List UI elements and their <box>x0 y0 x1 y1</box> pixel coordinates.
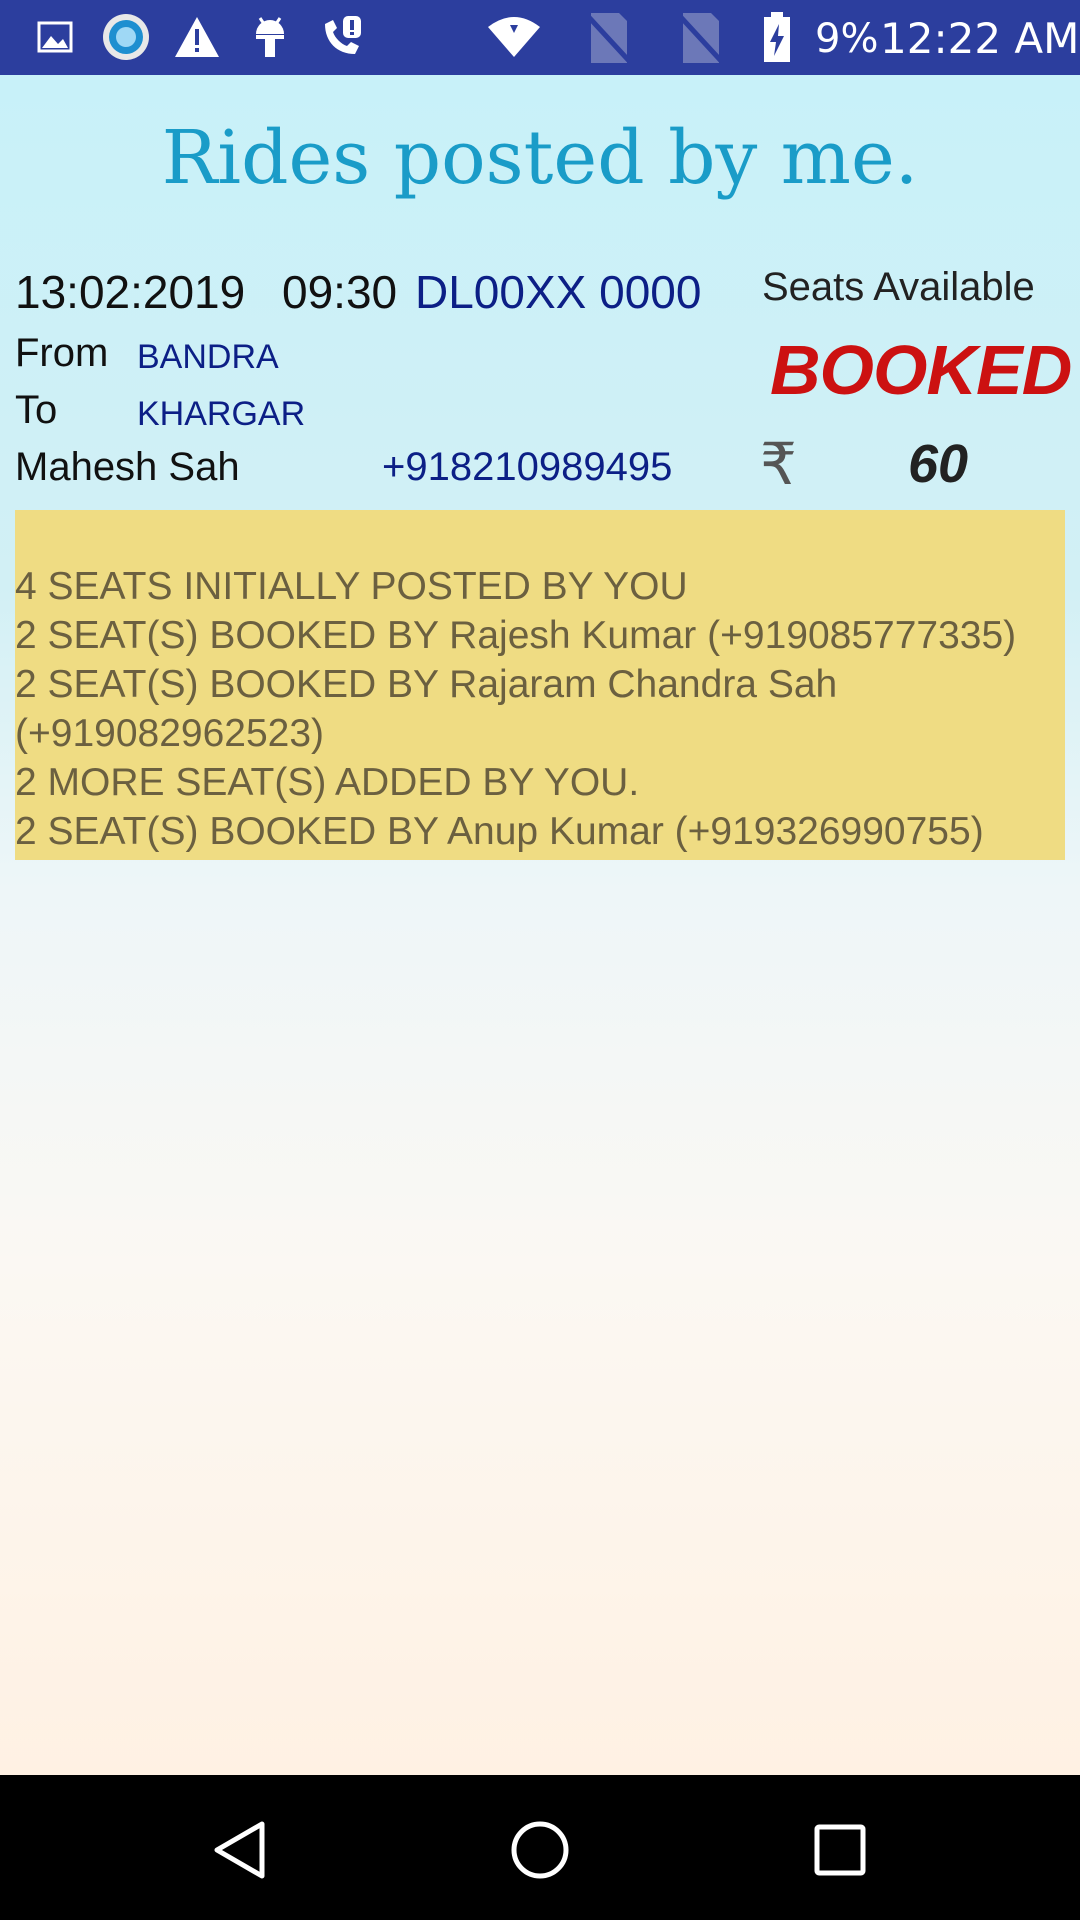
recents-button[interactable] <box>805 1815 875 1885</box>
recents-icon <box>814 1824 866 1876</box>
main-content: Rides posted by me. 13:02:2019 09:30 DL0… <box>0 75 1080 1775</box>
page-title: Rides posted by me. <box>161 115 919 201</box>
navigation-bar <box>0 1775 1080 1920</box>
home-icon <box>511 1821 569 1879</box>
call-alert-icon <box>318 12 366 62</box>
android-debug-icon <box>250 12 290 62</box>
battery-percent: 9% <box>815 16 879 62</box>
no-sim-icon <box>672 11 728 65</box>
to-location: KHARGAR <box>137 395 306 433</box>
detail-line: 2 SEAT(S) BOOKED BY Rajesh Kumar (+91908… <box>15 614 1017 657</box>
status-bar: 9% 12:22 AM <box>0 0 1080 75</box>
detail-line: 4 SEATS INITIALLY POSTED BY YOU <box>15 565 688 608</box>
rupee-icon: ₹ <box>760 430 797 498</box>
back-icon <box>214 1821 265 1879</box>
booking-details-panel: 4 SEATS INITIALLY POSTED BY YOU 2 SEAT(S… <box>15 510 1065 860</box>
clock: 12:22 AM <box>880 14 1080 63</box>
driver-phone[interactable]: +918210989495 <box>382 445 672 490</box>
back-button[interactable] <box>205 1815 275 1885</box>
detail-line: 2 SEAT(S) BOOKED BY Anup Kumar (+9193269… <box>15 810 984 853</box>
to-label: To <box>15 388 58 432</box>
warning-icon <box>172 12 222 62</box>
battery-icon <box>760 12 794 62</box>
app-icon <box>100 12 152 62</box>
wifi-icon <box>485 12 543 62</box>
ride-date: 13:02:2019 <box>15 266 246 318</box>
ride-price: 60 <box>908 434 969 494</box>
detail-line: 2 MORE SEAT(S) ADDED BY YOU. <box>15 761 640 804</box>
vehicle-number: DL00XX 0000 <box>415 266 702 318</box>
detail-line: 2 SEAT(S) BOOKED BY Rajaram Chandra Sah <box>15 663 838 706</box>
gallery-icon <box>35 12 75 62</box>
seats-available-label: Seats Available <box>762 265 1035 309</box>
no-sim-icon <box>580 11 636 65</box>
home-button[interactable] <box>505 1815 575 1885</box>
detail-line: (+919082962523) <box>15 712 325 755</box>
ride-time: 09:30 <box>282 266 398 318</box>
booking-status: BOOKED <box>770 331 1072 409</box>
driver-name: Mahesh Sah <box>15 445 240 489</box>
from-label: From <box>15 331 109 375</box>
from-location: BANDRA <box>137 338 279 376</box>
